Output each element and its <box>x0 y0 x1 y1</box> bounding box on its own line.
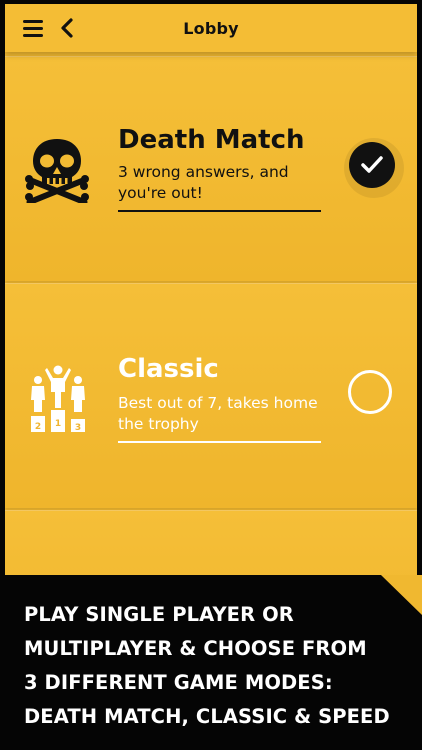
app-screen: Lobby Death Match 3 wrong answers, and y… <box>5 4 417 664</box>
podium-label: 1 <box>55 419 61 429</box>
mode-description: 3 wrong answers, and you're out! <box>118 163 289 202</box>
caption-line: 3 DIFFERENT GAME MODES: <box>24 671 333 694</box>
caption-line: PLAY SINGLE PLAYER OR <box>24 603 294 626</box>
divider <box>118 441 321 443</box>
mode-title: Classic <box>118 354 219 384</box>
divider <box>118 210 321 212</box>
caption-line: MULTIPLAYER & CHOOSE FROM <box>24 637 367 660</box>
page-title: Lobby <box>183 19 239 38</box>
top-bar: Lobby <box>5 4 417 52</box>
skull-crossbones-icon <box>25 139 89 203</box>
promo-caption: PLAY SINGLE PLAYER OR MULTIPLAYER & CHOO… <box>24 598 416 734</box>
selected-check-button[interactable] <box>349 142 395 188</box>
podium-label: 2 <box>35 422 41 432</box>
mode-description: Best out of 7, takes home the trophy <box>118 394 318 433</box>
podium-icon: 2 1 3 <box>31 365 85 432</box>
mode-title: Death Match <box>118 125 305 155</box>
podium-label: 3 <box>75 423 81 432</box>
checkmark-icon <box>361 156 383 173</box>
unselected-radio-button[interactable] <box>348 370 392 414</box>
caption-line: DEATH MATCH, CLASSIC & SPEED <box>24 705 390 728</box>
